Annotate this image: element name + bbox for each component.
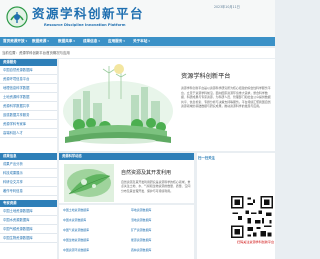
database-link[interactable]: 中国水资源数据库 [63,218,86,223]
sidebar-item[interactable]: 土地资源科学数据 [0,93,57,102]
sidebar-item[interactable]: 中国生物资源数据库 [0,234,57,243]
nav-item-services[interactable]: 应用服务 [108,37,125,46]
sidebar-item[interactable]: 遥感数据共享服务 [0,111,57,120]
news-heading: 资源科学动态 [59,153,194,160]
sidebar-item[interactable]: 科研论文共享 [0,178,57,187]
site-title: 资源学科创新平台 [32,6,145,21]
nav-item-results[interactable]: 成果信息 [83,37,100,46]
database-links-panel: 中国土地资源数据库 中国水资源数据库 中国气候资源数据库 中国生物资源数据库 中… [59,205,194,259]
nav-item-about[interactable]: 关于本站 [133,37,150,46]
sidebar: 资源服务 中国自然资源数据库 资源环境信息平台 地理信息科学数据 土地资源科学数… [0,59,57,259]
sidebar-item[interactable]: 资源学科专家库 [0,120,57,129]
sidebar-item[interactable]: 中国水资源数据库 [0,216,57,225]
database-link[interactable]: 中国资源环境数据库 [63,248,89,253]
database-link[interactable]: 湿地资源数据库 [131,218,151,223]
sidebar-item[interactable]: 中国土地资源数据库 [0,207,57,216]
sidebar-item[interactable]: 中国自然资源数据库 [0,66,57,75]
platform-logo-icon[interactable] [6,6,28,28]
qr-title: 扫一扫关注 [198,156,215,160]
sidebar-item[interactable]: 成果产出分析 [0,160,57,169]
platform-intro-panel: 资源学科创新平台 资源学科创新平台是以资源科学研究所为核心组建的综合性科学服务平… [59,59,275,151]
current-date: 2023年10月11日 [214,5,240,9]
sidebar-heading-experts: 专家资源 [0,200,57,207]
sidebar-heading-results: 成果信息 [0,153,57,160]
sidebar-item[interactable]: 中国气候资源数据库 [0,225,57,234]
database-link[interactable]: 矿产资源数据库 [131,228,151,233]
nav-item-data-sharing[interactable]: 数据共享 [58,37,75,46]
platform-description: 资源学科创新平台是以资源科学研究所为核心组建的综合性科学服务平台，立足于资源学科… [181,86,271,109]
sidebar-item[interactable]: 高端科技人才 [0,129,57,138]
news-summary: 自然资源及其开发利用研究是资源科学的核心领域，重点关注土地、水、气候和生物资源的… [121,180,191,193]
nav-item-home[interactable]: 首页资源开放 [3,37,27,46]
database-link[interactable]: 森林资源数据库 [131,248,151,253]
nav-item-data-resources[interactable]: 数据资源 [32,37,49,46]
database-link[interactable]: 中国生物资源数据库 [63,238,89,243]
sidebar-item[interactable]: 科技成果展示 [0,169,57,178]
database-link[interactable]: 能源资源数据库 [131,238,151,243]
news-title[interactable]: 自然资源及其开发利用 [121,170,171,176]
sidebar-item[interactable]: 著作专利信息 [0,187,57,196]
platform-title: 资源学科创新平台 [181,73,231,80]
database-link[interactable]: 中国土地资源数据库 [63,208,89,213]
sidebar-item[interactable]: 资源环境信息平台 [0,75,57,84]
sidebar-item[interactable]: 地理信息科学数据 [0,84,57,93]
green-city-illustration [59,59,177,151]
news-panel: 资源科学动态 自然资源及其开发利用 自然资源及其开发利用研究是资源科学的核心领域… [59,153,194,203]
qr-caption: 扫码关注资源学科创新平台 [237,240,275,244]
sidebar-heading-services: 资源服务 [0,59,57,66]
sidebar-item[interactable]: 资源科学数据共享 [0,102,57,111]
database-link[interactable]: 中国气候资源数据库 [63,228,89,233]
site-subtitle: Resource Discipline Innovation Platform [44,23,126,27]
breadcrumb: 当前位置：资源学科创新平台首页概况与应用 [0,48,275,58]
database-link[interactable]: 草地资源数据库 [131,208,151,213]
qr-code-image [229,194,275,240]
main-nav: 首页资源开放 数据资源 数据共享 成果信息 应用服务 关于本站 [0,37,275,46]
leaf-droplet-image[interactable] [64,164,114,202]
